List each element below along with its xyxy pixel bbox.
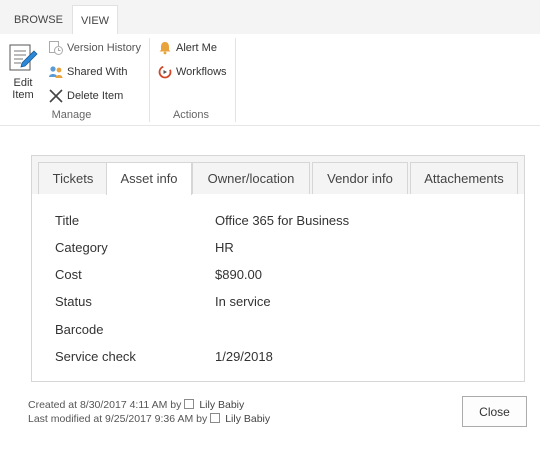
panel-tab-strip: Tickets Asset info Owner/location Vendor… — [32, 156, 524, 195]
tab-attachements[interactable]: Attachements — [410, 162, 518, 194]
manage-group-label: Manage — [51, 109, 92, 121]
close-button[interactable]: Close — [462, 396, 527, 427]
field-label: Barcode — [55, 322, 104, 337]
bell-icon — [159, 42, 171, 55]
tab-tickets[interactable]: Tickets — [38, 162, 108, 194]
version-history-icon — [49, 41, 63, 55]
modified-text: Last modified at 9/25/2017 9:36 AM by — [28, 413, 208, 425]
field-label: Cost — [55, 267, 82, 282]
field-label: Category — [55, 240, 108, 255]
field-value: Office 365 for Business — [215, 213, 350, 228]
alert-me-label: Alert Me — [176, 42, 217, 54]
created-text: Created at 8/30/2017 4:11 AM by — [28, 399, 182, 411]
tab-owner-location[interactable]: Owner/location — [192, 162, 310, 194]
modified-by-user-link[interactable]: Lily Babiy — [225, 413, 270, 425]
ribbon-tab-browse[interactable]: BROWSE — [10, 5, 67, 34]
ribbon: Edit Item Version History Shared With De… — [0, 34, 540, 126]
presence-checkbox-icon — [184, 399, 195, 409]
delete-x-icon — [49, 89, 63, 103]
people-icon — [49, 66, 63, 78]
shared-with-label: Shared With — [67, 66, 128, 78]
field-label: Service check — [55, 349, 136, 364]
field-value: $890.00 — [215, 267, 262, 282]
actions-group-label: Actions — [172, 109, 210, 121]
field-label: Status — [55, 294, 92, 309]
ribbon-group-divider — [149, 38, 150, 122]
tab-vendor-info[interactable]: Vendor info — [312, 162, 408, 194]
workflows-label: Workflows — [176, 66, 227, 78]
field-value: 1/29/2018 — [215, 349, 273, 364]
presence-checkbox-icon — [210, 413, 221, 423]
modified-info: Last modified at 9/25/2017 9:36 AM by Lil… — [28, 413, 270, 425]
edit-item-button[interactable]: Edit Item — [6, 42, 40, 101]
item-details-panel: Tickets Asset info Owner/location Vendor… — [31, 155, 525, 382]
version-history-label: Version History — [67, 42, 141, 54]
edit-item-label-line2: Item — [12, 89, 34, 101]
field-value: HR — [215, 240, 234, 255]
field-label: Title — [55, 213, 80, 228]
tab-asset-info[interactable]: Asset info — [106, 162, 192, 195]
ribbon-tab-bar: BROWSE VIEW — [0, 0, 540, 35]
created-by-user-link[interactable]: Lily Babiy — [199, 399, 244, 411]
edit-document-icon — [9, 44, 38, 71]
edit-item-label-line1: Edit — [13, 77, 33, 89]
field-value: In service — [215, 294, 271, 309]
workflow-icon — [158, 65, 172, 79]
delete-item-label: Delete Item — [67, 90, 124, 102]
created-info: Created at 8/30/2017 4:11 AM by Lily Babi… — [28, 399, 244, 411]
ribbon-tab-view[interactable]: VIEW — [72, 5, 118, 35]
ribbon-group-divider — [235, 38, 236, 122]
